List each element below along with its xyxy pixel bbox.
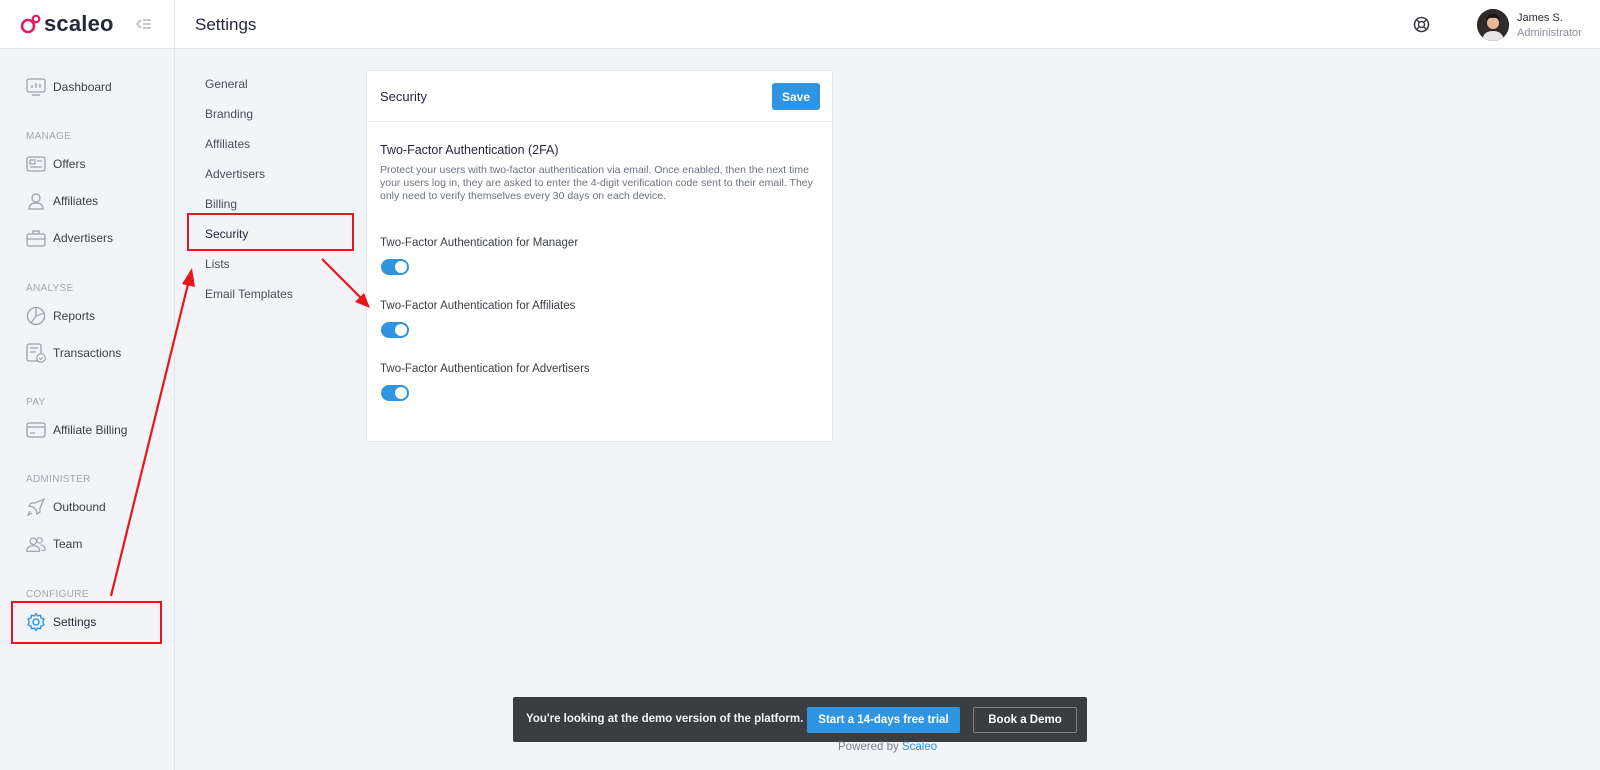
toggle-knob <box>395 324 407 336</box>
annotation-arrow-right <box>321 258 370 308</box>
toggle-label-manager: Two-Factor Authentication for Manager <box>380 237 579 249</box>
briefcase-icon <box>26 228 46 248</box>
start-trial-button[interactable]: Start a 14-days free trial <box>807 707 960 733</box>
transactions-icon <box>26 343 46 363</box>
sidebar-item-offers[interactable]: Offers <box>26 152 85 176</box>
card-header: Security Save <box>367 71 832 122</box>
sidebar-item-label: Affiliate Billing <box>53 423 128 437</box>
section-title: Two-Factor Authentication (2FA) <box>380 143 559 157</box>
sidebar-item-affiliates[interactable]: Affiliates <box>26 189 98 213</box>
security-card: Security Save Two-Factor Authentication … <box>366 70 833 442</box>
section-label-manage: MANAGE <box>26 131 72 142</box>
subnav-item-advertisers[interactable]: Advertisers <box>205 167 265 181</box>
globe-icon <box>26 306 46 326</box>
sidebar-item-outbound[interactable]: Outbound <box>26 495 106 519</box>
help-lifebuoy-icon[interactable] <box>1413 16 1430 38</box>
toggle-knob <box>395 261 407 273</box>
sidebar: scaleo Dashboard MANAGE Offers Affiliate… <box>0 0 175 770</box>
sidebar-item-team[interactable]: Team <box>26 532 82 556</box>
toggle-label-affiliates: Two-Factor Authentication for Affiliates <box>380 300 576 312</box>
subnav-item-email-templates[interactable]: Email Templates <box>205 287 293 301</box>
save-button[interactable]: Save <box>772 83 820 110</box>
offers-icon <box>26 154 46 174</box>
subnav-item-affiliates[interactable]: Affiliates <box>205 137 250 151</box>
sidebar-item-dashboard[interactable]: Dashboard <box>26 75 112 99</box>
sidebar-item-label: Dashboard <box>53 80 112 94</box>
section-description: Protect your users with two-factor authe… <box>380 164 813 202</box>
scaleo-logo-icon <box>20 14 41 34</box>
sidebar-item-advertisers[interactable]: Advertisers <box>26 226 113 250</box>
subnav-item-branding[interactable]: Branding <box>205 107 253 121</box>
user-role: Administrator <box>1517 27 1582 39</box>
sidebar-item-label: Team <box>53 537 83 551</box>
toggle-knob <box>395 387 407 399</box>
banner-text: You're looking at the demo version of th… <box>526 713 804 725</box>
user-name[interactable]: James S. <box>1517 12 1563 24</box>
toggle-2fa-manager[interactable] <box>381 259 409 275</box>
sidebar-item-reports[interactable]: Reports <box>26 304 95 328</box>
avatar[interactable] <box>1477 9 1509 41</box>
dashboard-icon <box>26 77 46 97</box>
toggle-2fa-affiliates[interactable] <box>381 322 409 338</box>
team-icon <box>26 534 46 554</box>
collapse-sidebar-icon[interactable] <box>135 17 152 31</box>
toggle-2fa-advertisers[interactable] <box>381 385 409 401</box>
sidebar-item-affiliate-billing[interactable]: Affiliate Billing <box>26 418 127 442</box>
user-icon <box>26 191 46 211</box>
section-label-analyse: ANALYSE <box>26 283 74 294</box>
powered-link[interactable]: Scaleo <box>902 741 937 753</box>
page-title: Settings <box>195 15 257 34</box>
top-bar: Settings James S. Administrator <box>175 0 1600 49</box>
sidebar-item-label: Offers <box>53 157 86 171</box>
annotation-box-settings <box>11 601 162 644</box>
sidebar-item-label: Affiliates <box>53 194 99 208</box>
sidebar-item-label: Transactions <box>53 346 122 360</box>
section-label-pay: PAY <box>26 397 46 408</box>
annotation-box-security <box>187 213 354 251</box>
section-label-administer: ADMINISTER <box>26 474 91 485</box>
subnav-item-lists[interactable]: Lists <box>205 257 230 271</box>
subnav-item-billing[interactable]: Billing <box>205 197 237 211</box>
logo-row: scaleo <box>0 0 174 49</box>
powered-by: Powered by Scaleo <box>838 741 937 753</box>
scaleo-logo[interactable]: scaleo <box>20 11 114 37</box>
sidebar-item-label: Outbound <box>53 500 106 514</box>
logo-text: scaleo <box>44 11 114 36</box>
powered-prefix: Powered by <box>838 741 899 753</box>
book-demo-button[interactable]: Book a Demo <box>973 707 1077 733</box>
demo-banner: You're looking at the demo version of th… <box>513 697 1087 742</box>
subnav-item-general[interactable]: General <box>205 77 248 91</box>
sidebar-item-transactions[interactable]: Transactions <box>26 341 121 365</box>
sidebar-item-label: Reports <box>53 309 96 323</box>
sidebar-item-label: Advertisers <box>53 231 114 245</box>
rocket-icon <box>26 497 46 517</box>
section-label-configure: CONFIGURE <box>26 589 89 600</box>
toggle-label-advertisers: Two-Factor Authentication for Advertiser… <box>380 363 590 375</box>
card-icon <box>26 420 46 440</box>
card-title: Security <box>380 89 427 104</box>
